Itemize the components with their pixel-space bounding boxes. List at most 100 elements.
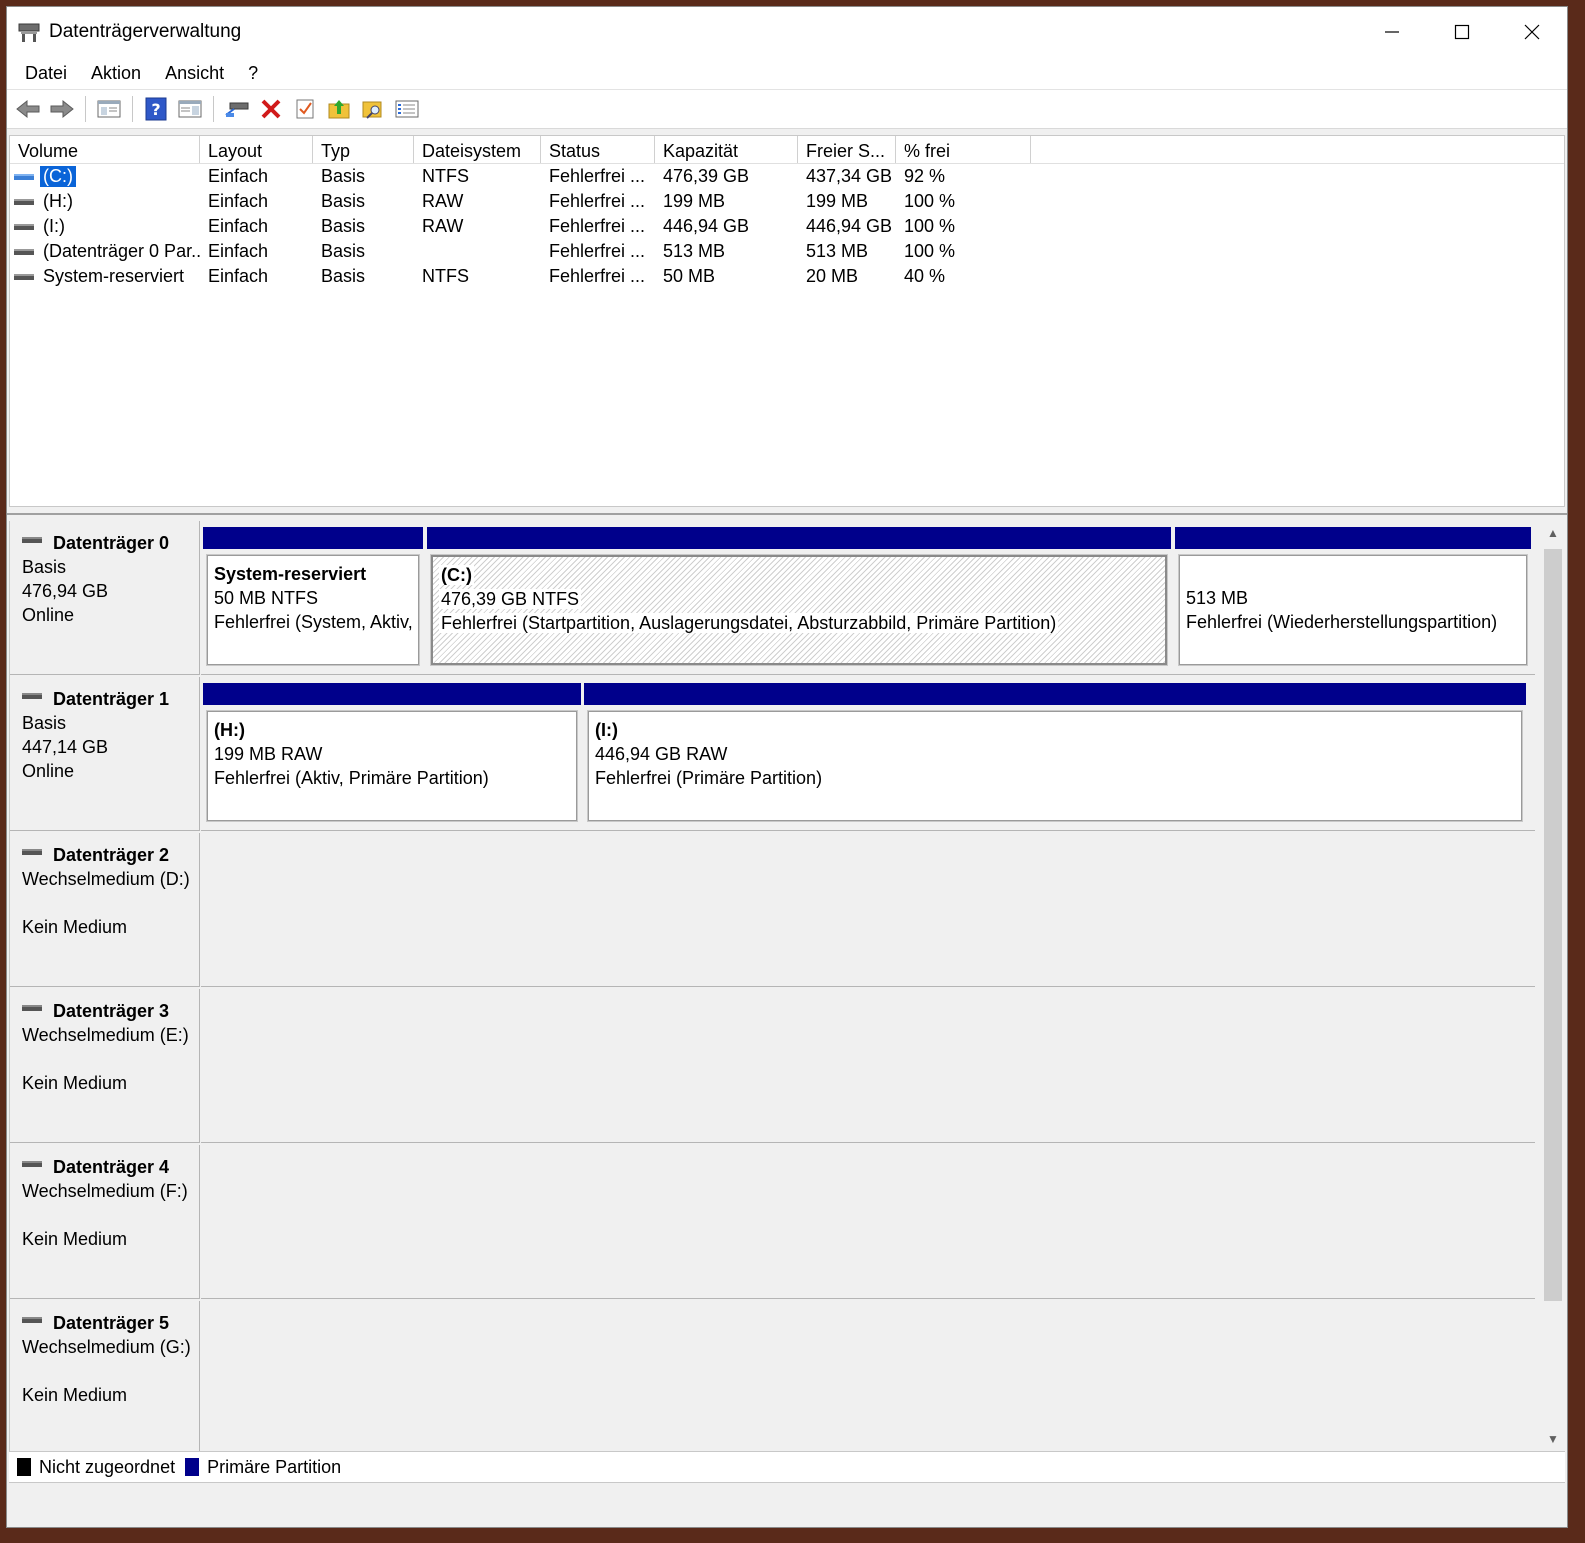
- scrollbar-thumb[interactable]: [1544, 549, 1562, 1301]
- vertical-scrollbar[interactable]: ▲ ▼: [1541, 521, 1565, 1451]
- disk-size: [22, 1359, 199, 1383]
- disk-label[interactable]: Datenträger 0 Basis 476,94 GB Online: [10, 521, 200, 675]
- legend-label: Nicht zugeordnet: [39, 1456, 176, 1477]
- disk-partitions: (H:) 199 MB RAW Fehlerfrei (Aktiv, Primä…: [201, 677, 1535, 831]
- column-header-volume[interactable]: Volume: [10, 136, 200, 163]
- pane-splitter[interactable]: [7, 507, 1567, 515]
- properties-button[interactable]: [173, 93, 207, 125]
- partition-size: 476,39 GB NTFS: [439, 589, 582, 609]
- volume-status: Fehlerfrei ...: [549, 191, 646, 211]
- maximize-icon: [1454, 24, 1470, 40]
- disk-status: Kein Medium: [22, 1073, 128, 1093]
- disk-type: Basis: [22, 557, 67, 577]
- disk-label[interactable]: Datenträger 4 Wechselmedium (F:) Kein Me…: [10, 1145, 200, 1299]
- scroll-up-arrow-icon[interactable]: ▲: [1541, 523, 1565, 543]
- table-row[interactable]: (I:) Einfach Basis RAW Fehlerfrei ... 44…: [10, 214, 1564, 239]
- minimize-icon: [1385, 31, 1399, 33]
- title-bar: Datenträgerverwaltung: [7, 7, 1567, 57]
- partition-recovery[interactable]: 513 MB Fehlerfrei (Wiederherstellungspar…: [1175, 527, 1531, 666]
- delete-button[interactable]: [254, 93, 288, 125]
- volume-name: (C:): [40, 166, 76, 187]
- menu-view[interactable]: Ansicht: [153, 57, 236, 89]
- disk-icon: [22, 693, 42, 699]
- maximize-button[interactable]: [1427, 7, 1497, 57]
- volume-free-space: 20 MB: [806, 266, 859, 286]
- volume-status: Fehlerfrei ...: [549, 166, 646, 186]
- partition-color-bar: [203, 683, 581, 705]
- drive-icon: [14, 273, 34, 280]
- disk-icon: [22, 1005, 42, 1011]
- column-header-free-space[interactable]: Freier S...: [798, 136, 896, 163]
- column-header-type[interactable]: Typ: [313, 136, 414, 163]
- volume-percent-free: 100 %: [904, 216, 956, 236]
- disk-type: Basis: [22, 713, 67, 733]
- partition-h[interactable]: (H:) 199 MB RAW Fehlerfrei (Aktiv, Primä…: [203, 683, 581, 822]
- folder-search-button[interactable]: [356, 93, 390, 125]
- volume-filesystem: RAW: [422, 216, 464, 236]
- minimize-button[interactable]: [1357, 7, 1427, 57]
- column-header-filesystem[interactable]: Dateisystem: [414, 136, 541, 163]
- folder-up-button[interactable]: [322, 93, 356, 125]
- column-header-percent-free[interactable]: % frei: [896, 136, 1031, 163]
- drive-icon: [14, 198, 34, 205]
- list-view-button[interactable]: [390, 93, 424, 125]
- table-row[interactable]: System-reserviert Einfach Basis NTFS Feh…: [10, 264, 1564, 289]
- volume-free-space: 199 MB: [806, 191, 869, 211]
- volume-capacity: 50 MB: [663, 266, 716, 286]
- menu-help[interactable]: ?: [236, 57, 270, 89]
- check-button[interactable]: [288, 93, 322, 125]
- console-tree-button[interactable]: [92, 93, 126, 125]
- disk-status: Kein Medium: [22, 917, 128, 937]
- disk-status: Online: [22, 605, 75, 625]
- disk-row: Datenträger 0 Basis 476,94 GB Online Sys…: [10, 521, 1535, 675]
- close-button[interactable]: [1497, 7, 1567, 57]
- connect-disk-button[interactable]: [220, 93, 254, 125]
- column-header-layout[interactable]: Layout: [200, 136, 313, 163]
- disk-partitions-empty: [201, 989, 1535, 1143]
- close-icon: [1524, 24, 1540, 40]
- disk-type: Wechselmedium (D:): [22, 869, 190, 889]
- partition-color-bar: [584, 683, 1526, 705]
- partition-status: Fehlerfrei (Startpartition, Auslagerungs…: [439, 613, 1059, 633]
- disk-name: Datenträger 5: [53, 1312, 170, 1333]
- check-icon: [296, 99, 314, 119]
- volume-type: Basis: [321, 191, 366, 211]
- disk-type: Wechselmedium (F:): [22, 1181, 188, 1201]
- volume-percent-free: 92 %: [904, 166, 946, 186]
- drive-icon: [14, 173, 34, 180]
- forward-arrow-icon: [50, 99, 74, 119]
- disk-label[interactable]: Datenträger 1 Basis 447,14 GB Online: [10, 677, 200, 831]
- volume-filesystem: NTFS: [422, 266, 469, 286]
- partition-size: 50 MB NTFS: [214, 588, 319, 608]
- partition-i[interactable]: (I:) 446,94 GB RAW Fehlerfrei (Primäre P…: [584, 683, 1526, 822]
- legend-swatch: [185, 1458, 200, 1476]
- disk-partitions-empty: [201, 833, 1535, 987]
- scroll-down-arrow-icon[interactable]: ▼: [1541, 1429, 1565, 1449]
- table-row[interactable]: (Datenträger 0 Par... Einfach Basis Fehl…: [10, 239, 1564, 264]
- drive-icon: [14, 248, 34, 255]
- disk-status: Online: [22, 761, 75, 781]
- forward-button[interactable]: [45, 93, 79, 125]
- table-row[interactable]: (C:) Einfach Basis NTFS Fehlerfrei ... 4…: [10, 164, 1564, 189]
- partition-status: Fehlerfrei (Aktiv, Primäre Partition): [214, 768, 489, 788]
- back-button[interactable]: [11, 93, 45, 125]
- disk-label[interactable]: Datenträger 5 Wechselmedium (G:) Kein Me…: [10, 1301, 200, 1451]
- partition-c[interactable]: (C:) 476,39 GB NTFS Fehlerfrei (Startpar…: [427, 527, 1171, 666]
- volume-capacity: 513 MB: [663, 241, 726, 261]
- partition-size: 199 MB RAW: [214, 744, 323, 764]
- table-row[interactable]: (H:) Einfach Basis RAW Fehlerfrei ... 19…: [10, 189, 1564, 214]
- volume-list: Volume Layout Typ Dateisystem Status Kap…: [9, 135, 1565, 507]
- disk-row: Datenträger 1 Basis 447,14 GB Online (H:…: [10, 677, 1535, 831]
- column-header-capacity[interactable]: Kapazität: [655, 136, 798, 163]
- disk-status: Kein Medium: [22, 1385, 128, 1405]
- disk-management-window: Datenträgerverwaltung Datei Aktion Ansic…: [6, 6, 1568, 1528]
- partition-system-reserved[interactable]: System-reserviert 50 MB NTFS Fehlerfrei …: [203, 527, 423, 666]
- menu-file[interactable]: Datei: [13, 57, 79, 89]
- disk-label[interactable]: Datenträger 2 Wechselmedium (D:) Kein Me…: [10, 833, 200, 987]
- back-arrow-icon: [16, 99, 40, 119]
- help-button[interactable]: ?: [139, 93, 173, 125]
- menu-action[interactable]: Aktion: [79, 57, 153, 89]
- toolbar: ?: [7, 89, 1567, 129]
- column-header-status[interactable]: Status: [541, 136, 655, 163]
- disk-label[interactable]: Datenträger 3 Wechselmedium (E:) Kein Me…: [10, 989, 200, 1143]
